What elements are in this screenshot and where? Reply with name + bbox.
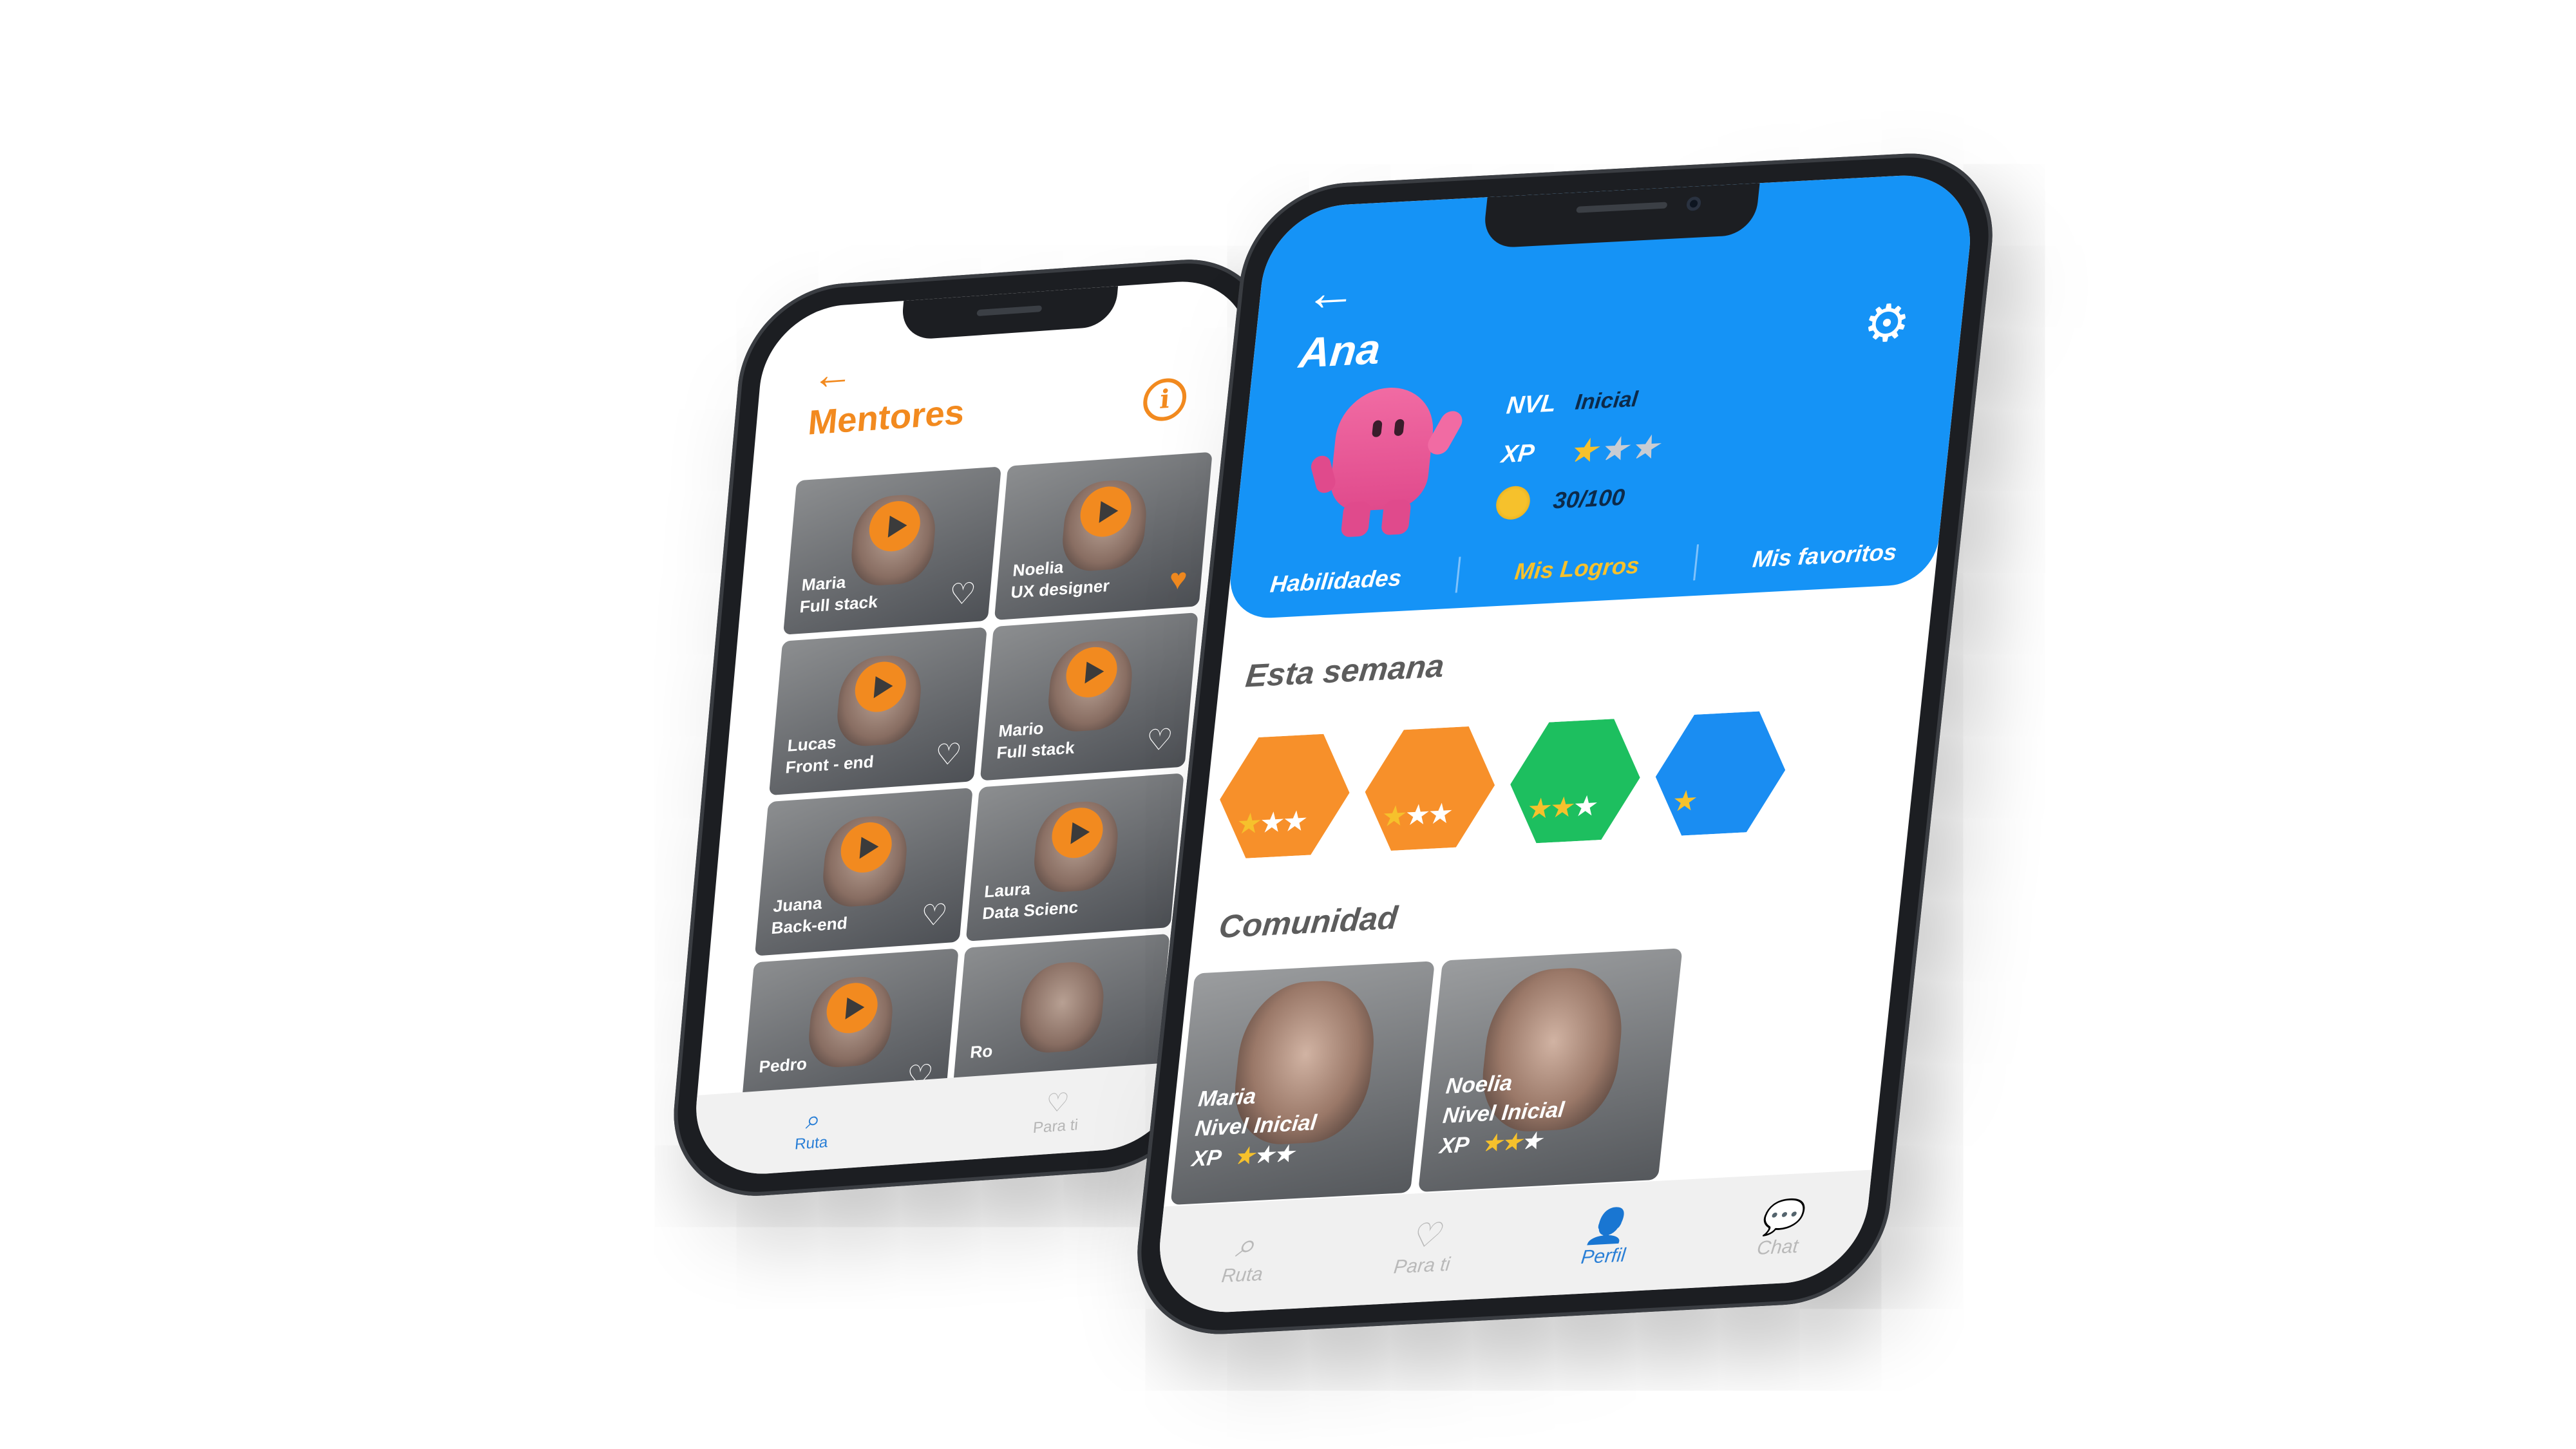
xp-row: XP ★ ★ ★ [1499, 422, 1660, 480]
mentor-name: Laura [983, 878, 1032, 902]
info-icon[interactable]: i [1141, 377, 1188, 422]
heart-icon[interactable]: ♡ [934, 737, 963, 772]
avatar [1309, 385, 1466, 538]
mentor-role: Front - end [784, 752, 875, 777]
page-title: Mentores [806, 393, 966, 442]
camera-icon [1685, 196, 1702, 211]
phone-perfil: ← Ana ⚙ NVL Inicial XP ★ ★ ★ 30/100 Habi… [1128, 148, 2002, 1340]
achievement-badge[interactable]: ★★★ [1504, 714, 1647, 849]
mentor-photo [1016, 959, 1107, 1055]
mentor-name: Mario [998, 718, 1045, 741]
mentor-grid: Maria Full stack ♡ Noelia UX designer ♥ … [740, 451, 1213, 1117]
star-rating: ★★★ [1481, 1128, 1543, 1157]
phone-notch [900, 286, 1119, 341]
heart-icon[interactable]: ♡ [1144, 722, 1174, 757]
nav-perfil[interactable]: 👤 Perfil [1580, 1207, 1630, 1269]
search-icon: ⌕ [804, 1104, 822, 1135]
heart-icon[interactable]: ♡ [948, 576, 978, 611]
member-xp: XP ★★★ [1438, 1128, 1543, 1159]
xp-label: XP [1191, 1144, 1223, 1171]
coins-value: 30/100 [1551, 483, 1627, 514]
mentor-name: Pedro [758, 1054, 808, 1077]
mentor-name: Noelia [1012, 557, 1065, 580]
level-key: NVL [1505, 389, 1558, 419]
member-name: Maria [1197, 1084, 1258, 1112]
tab-habilidades[interactable]: Habilidades [1269, 564, 1403, 598]
section-title-community: Comunidad [1217, 899, 1400, 945]
mentor-name: Maria [800, 572, 847, 595]
heart-icon: ♡ [1045, 1088, 1071, 1118]
community-list: Maria Nivel Inicial XP ★★★ Noelia Nivel … [1170, 948, 1683, 1206]
gear-icon[interactable]: ⚙ [1861, 294, 1913, 354]
member-xp: XP ★★★ [1191, 1141, 1295, 1172]
search-icon: ⌕ [1233, 1226, 1257, 1265]
community-card[interactable]: Noelia Nivel Inicial XP ★★★ [1418, 948, 1683, 1193]
perfil-screen: ← Ana ⚙ NVL Inicial XP ★ ★ ★ 30/100 Habi… [1152, 171, 1978, 1316]
tab-divider [1693, 544, 1700, 581]
level-value: Inicial [1574, 386, 1640, 415]
xp-key: XP [1500, 439, 1536, 468]
heart-icon[interactable]: ♡ [919, 897, 949, 933]
mentor-card[interactable]: Maria Full stack ♡ [783, 466, 1001, 635]
profile-tabs: Habilidades Mis Logros Mis favoritos [1240, 533, 1926, 604]
badge-list: ★★★ ★★★ ★★★ ★ [1213, 706, 1792, 864]
achievement-badge[interactable]: ★★★ [1213, 728, 1357, 864]
nav-label: Para ti [1032, 1116, 1079, 1137]
mentor-role: Full stack [799, 591, 879, 617]
star-filled-icon: ★ [1568, 433, 1599, 468]
star-empty-icon: ★ [1629, 430, 1660, 465]
mentor-role: Data Scienc [981, 897, 1079, 923]
mentor-role: Back-end [770, 913, 849, 938]
nav-para-ti[interactable]: ♡ Para ti [1032, 1086, 1082, 1137]
user-name: Ana [1296, 325, 1383, 377]
user-icon: 👤 [1583, 1207, 1630, 1247]
heart-icon: ♡ [1408, 1217, 1443, 1256]
user-stats: NVL Inicial XP ★ ★ ★ 30/100 [1493, 374, 1666, 528]
back-arrow-icon[interactable]: ← [1303, 261, 1361, 323]
community-card[interactable]: Maria Nivel Inicial XP ★★★ [1170, 961, 1435, 1206]
nav-label: Ruta [1220, 1263, 1264, 1287]
nav-label: Perfil [1580, 1244, 1627, 1268]
section-title-week: Esta semana [1244, 647, 1446, 694]
nav-ruta[interactable]: ⌕ Ruta [794, 1104, 831, 1153]
nav-label: Para ti [1392, 1253, 1452, 1278]
mentor-card[interactable]: Noelia UX designer ♥ [994, 451, 1213, 621]
mentor-card[interactable]: Juana Back-end ♡ [754, 788, 973, 956]
mentor-card[interactable]: Lucas Front - end ♡ [768, 627, 987, 796]
tab-divider [1455, 556, 1461, 593]
heart-filled-icon[interactable]: ♥ [1168, 562, 1188, 596]
member-name: Noelia [1444, 1070, 1514, 1099]
nav-label: Ruta [794, 1133, 829, 1153]
mentor-name: Lucas [786, 732, 837, 755]
mentor-role: UX designer [1010, 576, 1111, 602]
level-row: NVL Inicial [1504, 374, 1665, 431]
achievement-badge[interactable]: ★★★ [1358, 721, 1502, 856]
nav-ruta[interactable]: ⌕ Ruta [1220, 1226, 1267, 1287]
achievement-badge[interactable]: ★ [1649, 706, 1792, 841]
tab-mis-logros[interactable]: Mis Logros [1513, 552, 1641, 585]
nav-chat[interactable]: 💬 Chat [1756, 1198, 1804, 1259]
mentor-card[interactable]: Mario Full stack ♡ [980, 612, 1198, 781]
coins-row: 30/100 [1493, 471, 1655, 529]
mentor-role: Full stack [996, 737, 1075, 763]
back-arrow-icon[interactable]: ← [810, 349, 856, 399]
nav-label: Chat [1756, 1235, 1799, 1259]
chat-icon: 💬 [1757, 1198, 1804, 1238]
mentor-name: Juana [772, 893, 823, 916]
mentor-name: Ro [969, 1041, 994, 1062]
xp-label: XP [1438, 1132, 1471, 1159]
mentor-card[interactable]: Laura Data Scienc [965, 773, 1184, 942]
coin-icon [1494, 485, 1532, 521]
star-empty-icon: ★ [1598, 431, 1629, 467]
star-rating: ★★★ [1233, 1141, 1295, 1170]
nav-para-ti[interactable]: ♡ Para ti [1392, 1217, 1455, 1278]
tab-mis-favoritos[interactable]: Mis favoritos [1751, 538, 1899, 573]
